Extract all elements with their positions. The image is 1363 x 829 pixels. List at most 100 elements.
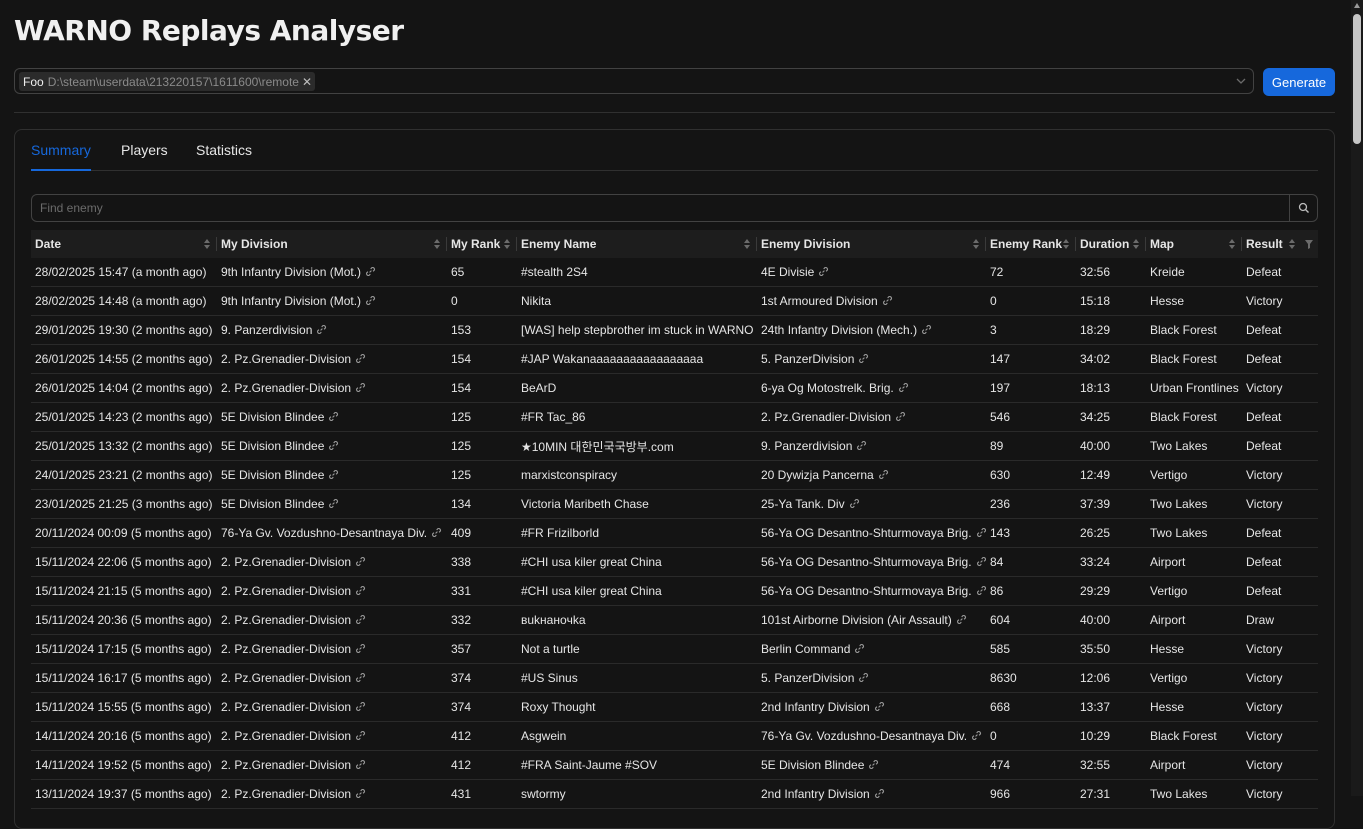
scroll-up-arrow[interactable] (1354, 3, 1360, 8)
link-icon[interactable] (976, 585, 986, 596)
link-icon[interactable] (818, 266, 829, 277)
column-header-enemy-rank[interactable]: Enemy Rank (986, 230, 1076, 258)
tab-statistics[interactable]: Statistics (196, 142, 252, 169)
table-row[interactable]: 13/11/2024 19:37 (5 months ago) 2. Pz.Gre… (31, 779, 1318, 809)
cell-text: 56-Ya OG Desantno-Shturmovaya Brig. (761, 584, 972, 598)
link-icon[interactable] (858, 353, 869, 364)
link-icon[interactable] (328, 498, 339, 509)
sort-icon[interactable] (743, 238, 751, 250)
link-icon[interactable] (895, 411, 906, 422)
column-header-enemy-name[interactable]: Enemy Name (517, 230, 757, 258)
replay-folder-select[interactable]: Foo D:\steam\userdata\213220157\1611600\… (14, 68, 1254, 94)
link-icon[interactable] (355, 614, 366, 625)
cell-duration: 32:56 (1076, 258, 1146, 287)
sort-icon[interactable] (503, 238, 511, 250)
link-icon[interactable] (874, 788, 885, 799)
table-row[interactable]: 14/11/2024 20:16 (5 months ago) 2. Pz.Gre… (31, 721, 1318, 751)
link-icon[interactable] (355, 585, 366, 596)
sort-icon[interactable] (1288, 238, 1296, 250)
column-header-map[interactable]: Map (1146, 230, 1242, 258)
table-row[interactable]: 25/01/2025 14:23 (2 months ago) 5E Divisi… (31, 402, 1318, 432)
link-icon[interactable] (921, 324, 932, 335)
table-row[interactable]: 28/02/2025 14:48 (a month ago) 9th Infant… (31, 286, 1318, 316)
table-row[interactable]: 15/11/2024 21:15 (5 months ago) 2. Pz.Gre… (31, 576, 1318, 606)
column-header-duration[interactable]: Duration (1076, 230, 1146, 258)
link-icon[interactable] (355, 759, 366, 770)
column-header-enemy-division[interactable]: Enemy Division (757, 230, 986, 258)
sort-icon[interactable] (1228, 238, 1236, 250)
link-icon[interactable] (878, 469, 889, 480)
link-icon[interactable] (874, 701, 885, 712)
table-row[interactable]: 15/11/2024 17:15 (5 months ago) 2. Pz.Gre… (31, 634, 1318, 664)
column-header-result[interactable]: Result (1242, 230, 1318, 258)
cell-my-division: 5E Division Blindee (217, 431, 447, 461)
chevron-down-icon[interactable] (1235, 75, 1247, 87)
sort-icon[interactable] (972, 238, 980, 250)
link-icon[interactable] (355, 556, 366, 567)
table-row[interactable]: 15/11/2024 20:36 (5 months ago) 2. Pz.Gre… (31, 605, 1318, 635)
link-icon[interactable] (355, 353, 366, 364)
table-row[interactable]: 25/01/2025 13:32 (2 months ago) 5E Divisi… (31, 431, 1318, 461)
link-icon[interactable] (854, 643, 865, 654)
search-input[interactable] (32, 195, 1291, 221)
link-icon[interactable] (976, 556, 986, 567)
sort-icon[interactable] (1132, 238, 1140, 250)
link-icon[interactable] (956, 614, 967, 625)
link-icon[interactable] (328, 469, 339, 480)
tab-summary[interactable]: Summary (31, 142, 91, 171)
table-row[interactable]: 28/02/2025 15:47 (a month ago) 9th Infant… (31, 258, 1318, 287)
table-row[interactable]: 24/01/2025 23:21 (2 months ago) 5E Divisi… (31, 460, 1318, 490)
link-icon[interactable] (365, 295, 376, 306)
table-row[interactable]: 23/01/2025 21:25 (3 months ago) 5E Divisi… (31, 489, 1318, 519)
column-header-my-rank[interactable]: My Rank (447, 230, 517, 258)
close-icon[interactable]: ✕ (302, 75, 312, 89)
link-icon[interactable] (316, 324, 327, 335)
link-icon[interactable] (328, 411, 339, 422)
link-icon[interactable] (898, 382, 909, 393)
column-header-date[interactable]: Date (31, 230, 217, 258)
link-icon[interactable] (858, 672, 869, 683)
cell-text: BeArD (521, 381, 557, 395)
table-row[interactable]: 20/11/2024 00:09 (5 months ago) 76-Ya Gv.… (31, 518, 1318, 548)
search-button[interactable] (1289, 195, 1317, 221)
page-scrollbar[interactable] (1351, 0, 1363, 796)
sort-icon[interactable] (203, 238, 211, 250)
link-icon[interactable] (431, 527, 442, 538)
link-icon[interactable] (355, 672, 366, 683)
link-icon[interactable] (976, 527, 986, 538)
column-header-my-division[interactable]: My Division (217, 230, 447, 258)
link-icon[interactable] (328, 440, 339, 451)
link-icon[interactable] (971, 730, 982, 741)
table-row[interactable]: 15/11/2024 16:17 (5 months ago) 2. Pz.Gre… (31, 663, 1318, 693)
link-icon[interactable] (868, 759, 879, 770)
sort-icon[interactable] (433, 238, 441, 250)
link-icon[interactable] (856, 440, 867, 451)
link-icon[interactable] (355, 643, 366, 654)
cell-text: 338 (451, 555, 472, 569)
table-row[interactable]: 15/11/2024 22:06 (5 months ago) 2. Pz.Gre… (31, 547, 1318, 577)
generate-button[interactable]: Generate (1263, 68, 1335, 96)
link-icon[interactable] (882, 295, 893, 306)
tab-players[interactable]: Players (121, 142, 168, 169)
cell-map: Black Forest (1146, 402, 1242, 432)
link-icon[interactable] (365, 266, 376, 277)
cell-enemy-name: BeArD (517, 373, 757, 403)
table-row[interactable]: 29/01/2025 19:30 (2 months ago) 9. Panzer… (31, 315, 1318, 345)
link-icon[interactable] (355, 788, 366, 799)
table-row[interactable]: 14/11/2024 19:52 (5 months ago) 2. Pz.Gre… (31, 750, 1318, 780)
cell-map: Airport (1146, 605, 1242, 635)
link-icon[interactable] (849, 498, 860, 509)
cell-text: 76-Ya Gv. Vozdushno-Desantnaya Div. (221, 526, 428, 540)
cell-map: Black Forest (1146, 344, 1242, 374)
cell-text: 14/11/2024 19:52 (5 months ago) (35, 758, 212, 772)
filter-icon[interactable] (1304, 238, 1314, 250)
table-row[interactable]: 15/11/2024 15:55 (5 months ago) 2. Pz.Gre… (31, 692, 1318, 722)
sort-icon[interactable] (1062, 238, 1070, 250)
cell-text: Two Lakes (1150, 497, 1208, 511)
table-row[interactable]: 26/01/2025 14:04 (2 months ago) 2. Pz.Gre… (31, 373, 1318, 403)
link-icon[interactable] (355, 701, 366, 712)
scrollbar-thumb[interactable] (1353, 14, 1361, 144)
link-icon[interactable] (355, 382, 366, 393)
table-row[interactable]: 26/01/2025 14:55 (2 months ago) 2. Pz.Gre… (31, 344, 1318, 374)
link-icon[interactable] (355, 730, 366, 741)
